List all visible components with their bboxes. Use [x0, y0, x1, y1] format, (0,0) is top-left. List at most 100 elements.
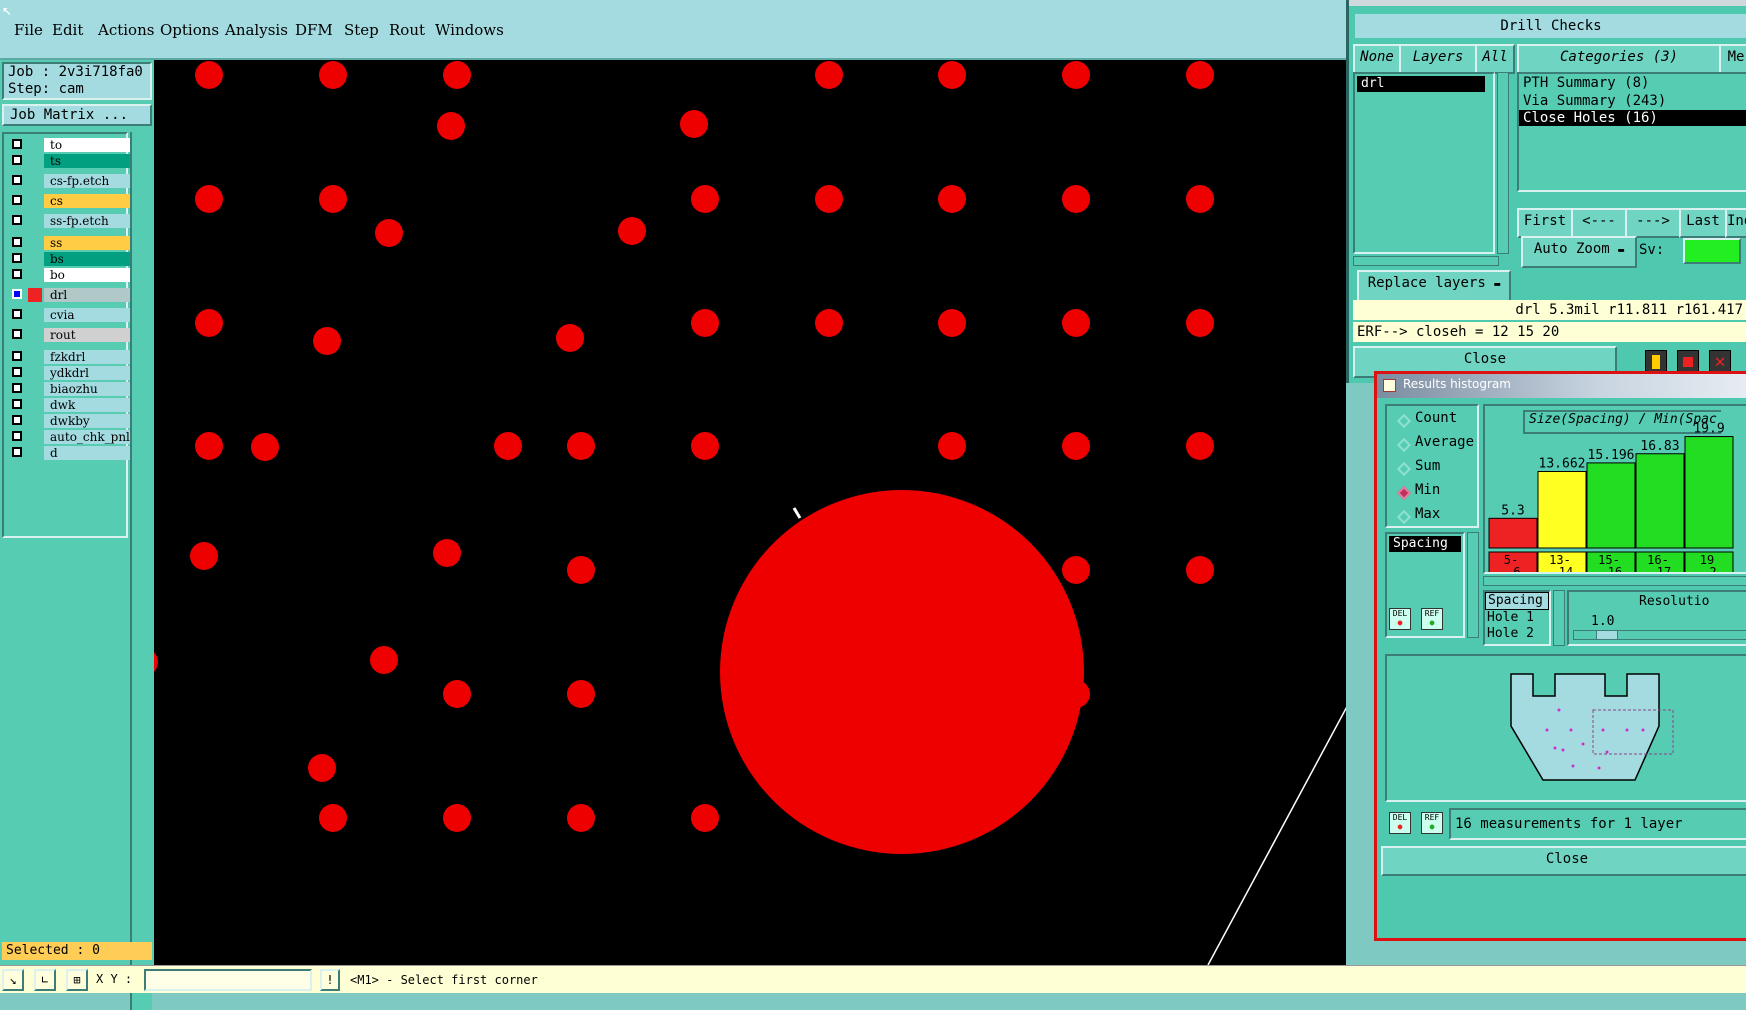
del-button-2[interactable]: DEL ● [1389, 812, 1411, 834]
drill-hole[interactable] [308, 754, 336, 782]
drill-hole[interactable] [567, 804, 595, 832]
layer-name[interactable]: dwk [44, 398, 130, 412]
chart-hscroll[interactable] [1483, 576, 1746, 586]
layer-name[interactable]: drl [44, 288, 130, 302]
drill-hole[interactable] [494, 432, 522, 460]
layer-checkbox[interactable] [12, 447, 22, 457]
large-pad[interactable] [720, 490, 1084, 854]
layer-name[interactable]: biaozhu [44, 382, 130, 396]
layer-checkbox[interactable] [12, 399, 22, 409]
layer-row-dwk[interactable]: dwk [10, 398, 130, 412]
layer-row-fzkdrl[interactable]: fzkdrl [10, 350, 130, 364]
menu-actions[interactable]: Actions [98, 21, 154, 39]
drill-hole[interactable] [313, 327, 341, 355]
board-preview[interactable] [1385, 654, 1746, 802]
all-button[interactable]: All [1475, 44, 1515, 74]
layer-row-dwkby[interactable]: dwkby [10, 414, 130, 428]
auto-zoom-dropdown[interactable]: Auto Zoom ▬ [1521, 236, 1637, 268]
histogram-bar[interactable] [1635, 453, 1685, 549]
menu-rout[interactable]: Rout [389, 21, 425, 39]
layer-name[interactable]: ydkdrl [44, 366, 130, 380]
drill-hole[interactable] [938, 309, 966, 337]
slider-thumb[interactable] [1596, 630, 1618, 640]
layer-row-cs-fp.etch[interactable]: cs-fp.etch [10, 174, 130, 188]
layer-name[interactable]: cvia [44, 308, 130, 322]
drill-hole[interactable] [370, 646, 398, 674]
radio-max-label[interactable]: Max [1415, 506, 1440, 522]
measure-type-scroll[interactable] [1467, 532, 1479, 638]
layer-checkbox[interactable] [12, 175, 22, 185]
layer-row-to[interactable]: to [10, 138, 130, 152]
drill-hole[interactable] [195, 309, 223, 337]
layer-name[interactable]: auto_chk_pnl [44, 430, 130, 444]
layer-name[interactable]: ss [44, 236, 130, 250]
drill-hole[interactable] [938, 61, 966, 89]
drill-hole[interactable] [567, 556, 595, 584]
radio-average-label[interactable]: Average [1415, 434, 1474, 450]
grid-icon[interactable]: ⊞ [66, 969, 88, 991]
radio-sum-icon[interactable] [1396, 461, 1412, 477]
layer-checkbox[interactable] [12, 155, 22, 165]
drill-hole[interactable] [190, 542, 218, 570]
layer-checkbox[interactable] [12, 215, 22, 225]
drill-hole[interactable] [815, 185, 843, 213]
layer-row-bo[interactable]: bo [10, 268, 130, 282]
drill-hole[interactable] [1186, 556, 1214, 584]
drill-hole[interactable] [375, 219, 403, 247]
drill-hole[interactable] [691, 432, 719, 460]
none-button[interactable]: None [1353, 44, 1401, 74]
radio-max-icon[interactable] [1396, 509, 1412, 525]
layer-checkbox[interactable] [12, 269, 22, 279]
drill-hole[interactable] [1062, 680, 1090, 708]
graphics-canvas[interactable] [154, 60, 1346, 965]
measure-type-item[interactable]: Spacing [1389, 536, 1461, 552]
drill-hole[interactable] [1186, 432, 1214, 460]
radio-count-label[interactable]: Count [1415, 410, 1457, 426]
drill-hole[interactable] [319, 185, 347, 213]
layer-list-vscroll[interactable] [1497, 72, 1509, 254]
toolbar-icon-cancel[interactable]: ✕ [1709, 350, 1731, 372]
ind-button[interactable]: Ind [1725, 208, 1746, 238]
menu-analysis[interactable]: Analysis [225, 21, 288, 39]
drill-hole[interactable] [815, 804, 843, 832]
category-item-selected[interactable]: Close Holes (16) [1519, 110, 1746, 126]
menu-file[interactable]: File [14, 21, 43, 39]
drill-hole[interactable] [556, 324, 584, 352]
drill-hole[interactable] [618, 217, 646, 245]
drill-hole[interactable] [1062, 556, 1090, 584]
layer-name[interactable]: dwkby [44, 414, 130, 428]
layer-checkbox[interactable] [12, 237, 22, 247]
drill-hole[interactable] [251, 433, 279, 461]
xy-input[interactable] [144, 969, 312, 991]
zoom-fit-icon[interactable]: ↘ [2, 969, 24, 991]
drill-hole[interactable] [1062, 61, 1090, 89]
layer-select-list[interactable]: drl [1353, 72, 1495, 254]
toolbar-icon-red[interactable] [1677, 350, 1699, 372]
menu-step[interactable]: Step [344, 21, 379, 39]
layer-checkbox[interactable] [12, 415, 22, 425]
last-button[interactable]: Last [1679, 208, 1727, 238]
resolution-slider[interactable] [1573, 630, 1746, 640]
layer-name[interactable]: to [44, 138, 130, 152]
layer-checkbox[interactable] [12, 309, 22, 319]
menu-options[interactable]: Options [160, 21, 219, 39]
drill-hole[interactable] [1062, 432, 1090, 460]
drill-hole[interactable] [815, 309, 843, 337]
layer-checkbox[interactable] [12, 367, 22, 377]
job-matrix-button[interactable]: Job Matrix ... [2, 104, 152, 126]
next-button[interactable]: ---> [1625, 208, 1681, 238]
layers-button[interactable]: Layers [1399, 44, 1477, 74]
layer-checkbox[interactable] [12, 383, 22, 393]
layer-row-d[interactable]: d [10, 446, 130, 460]
layer-name[interactable]: rout [44, 328, 130, 342]
layer-checkbox[interactable] [12, 139, 22, 149]
drill-hole[interactable] [567, 680, 595, 708]
ref-button[interactable]: REF ● [1421, 608, 1443, 630]
histogram-bar[interactable] [1537, 470, 1587, 549]
drill-hole[interactable] [319, 804, 347, 832]
drill-hole[interactable] [938, 432, 966, 460]
layer-name[interactable]: cs-fp.etch [44, 174, 130, 188]
menu-windows[interactable]: Windows [435, 21, 504, 39]
drill-hole[interactable] [443, 680, 471, 708]
detail-scroll[interactable] [1553, 590, 1565, 646]
